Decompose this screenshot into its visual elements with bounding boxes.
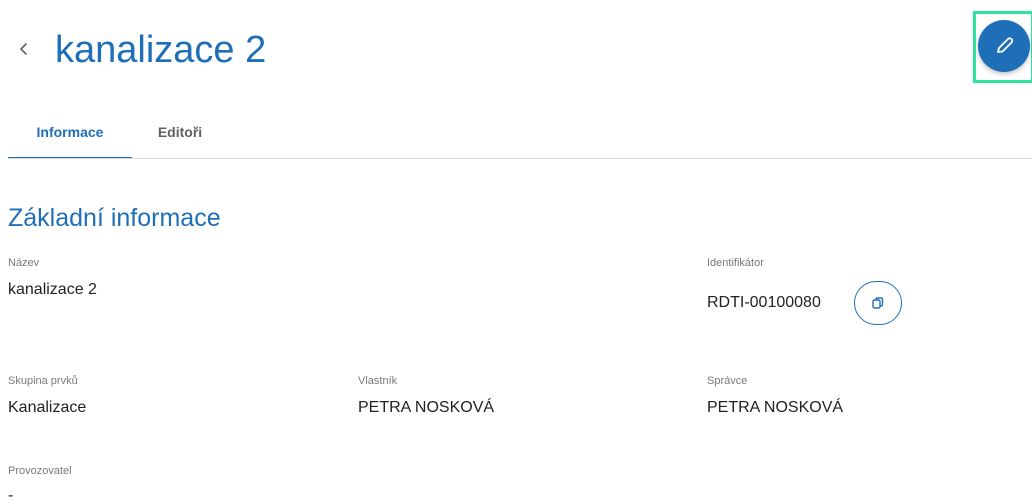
tab-editori-label: Editoři bbox=[157, 124, 203, 140]
vlastnik-value: PETRA NOSKOVÁ bbox=[358, 399, 495, 416]
vlastnik-label: Vlastník bbox=[358, 375, 398, 387]
page-header: kanalizace 2 bbox=[0, 0, 1032, 104]
identifikator-value: RDTI-00100080 bbox=[707, 294, 821, 311]
section-title: Základní informace bbox=[8, 204, 221, 232]
nazev-value: kanalizace 2 bbox=[8, 281, 97, 298]
provozovatel-label: Provozovatel bbox=[8, 465, 72, 477]
detail-page: kanalizace 2 Informace Editoři Základní … bbox=[0, 0, 1032, 504]
tabs-divider bbox=[8, 158, 1032, 159]
tab-editori[interactable]: Editoři bbox=[138, 112, 222, 159]
tab-informace-label: Informace bbox=[36, 124, 104, 140]
skupina-label: Skupina prvků bbox=[8, 375, 78, 387]
spravce-value: PETRA NOSKOVÁ bbox=[707, 399, 844, 416]
page-title: kanalizace 2 bbox=[55, 29, 267, 71]
skupina-value: Kanalizace bbox=[8, 399, 87, 416]
spravce-label: Správce bbox=[707, 375, 748, 387]
back-button[interactable] bbox=[13, 37, 35, 61]
copy-icon bbox=[872, 297, 884, 309]
tab-bar: Informace Editoři bbox=[8, 112, 1032, 159]
edit-button[interactable] bbox=[978, 20, 1030, 72]
tab-informace[interactable]: Informace bbox=[8, 112, 132, 159]
provozovatel-value: - bbox=[8, 487, 14, 504]
identifikator-label: Identifikátor bbox=[707, 257, 764, 269]
copy-identifier-button[interactable] bbox=[854, 281, 902, 325]
nazev-label: Název bbox=[8, 257, 40, 269]
chevron-left-icon bbox=[20, 43, 27, 55]
pencil-icon bbox=[997, 37, 1014, 53]
